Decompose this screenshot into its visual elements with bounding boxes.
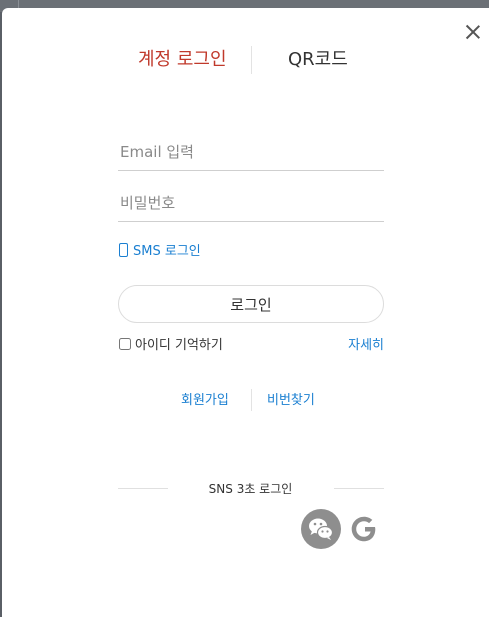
wechat-icon[interactable] <box>301 509 341 549</box>
sms-login-label: SMS 로그인 <box>133 244 201 259</box>
sns-login-title: SNS 3초 로그인 <box>208 482 293 496</box>
remember-label: 아이디 기억하기 <box>135 338 223 353</box>
signup-link[interactable]: 회원가입 <box>181 389 229 408</box>
login-button[interactable]: 로그인 <box>118 285 384 323</box>
close-icon[interactable] <box>463 22 483 42</box>
sms-login-link[interactable]: SMS 로그인 <box>119 240 201 259</box>
remember-checkbox[interactable] <box>119 337 131 350</box>
details-link[interactable]: 자세히 <box>348 334 384 353</box>
password-input[interactable] <box>118 184 384 222</box>
email-input[interactable] <box>118 133 384 171</box>
tab-account-login[interactable]: 계정 로그인 <box>138 46 227 74</box>
login-tabs: 계정 로그인 QR코드 <box>2 46 489 76</box>
phone-icon <box>119 242 128 257</box>
tab-divider <box>251 46 252 74</box>
links-divider <box>251 389 252 411</box>
find-password-link[interactable]: 비번찾기 <box>267 389 315 408</box>
google-icon[interactable] <box>344 509 384 549</box>
remember-id[interactable]: 아이디 기억하기 <box>119 334 223 353</box>
sns-divider-right <box>334 488 384 489</box>
account-links: 회원가입 비번찾기 <box>2 389 489 411</box>
login-modal: 계정 로그인 QR코드 SMS 로그인 로그인 아이디 기억하기 자세히 회원가… <box>2 8 489 617</box>
tab-qr-code[interactable]: QR코드 <box>288 46 348 74</box>
